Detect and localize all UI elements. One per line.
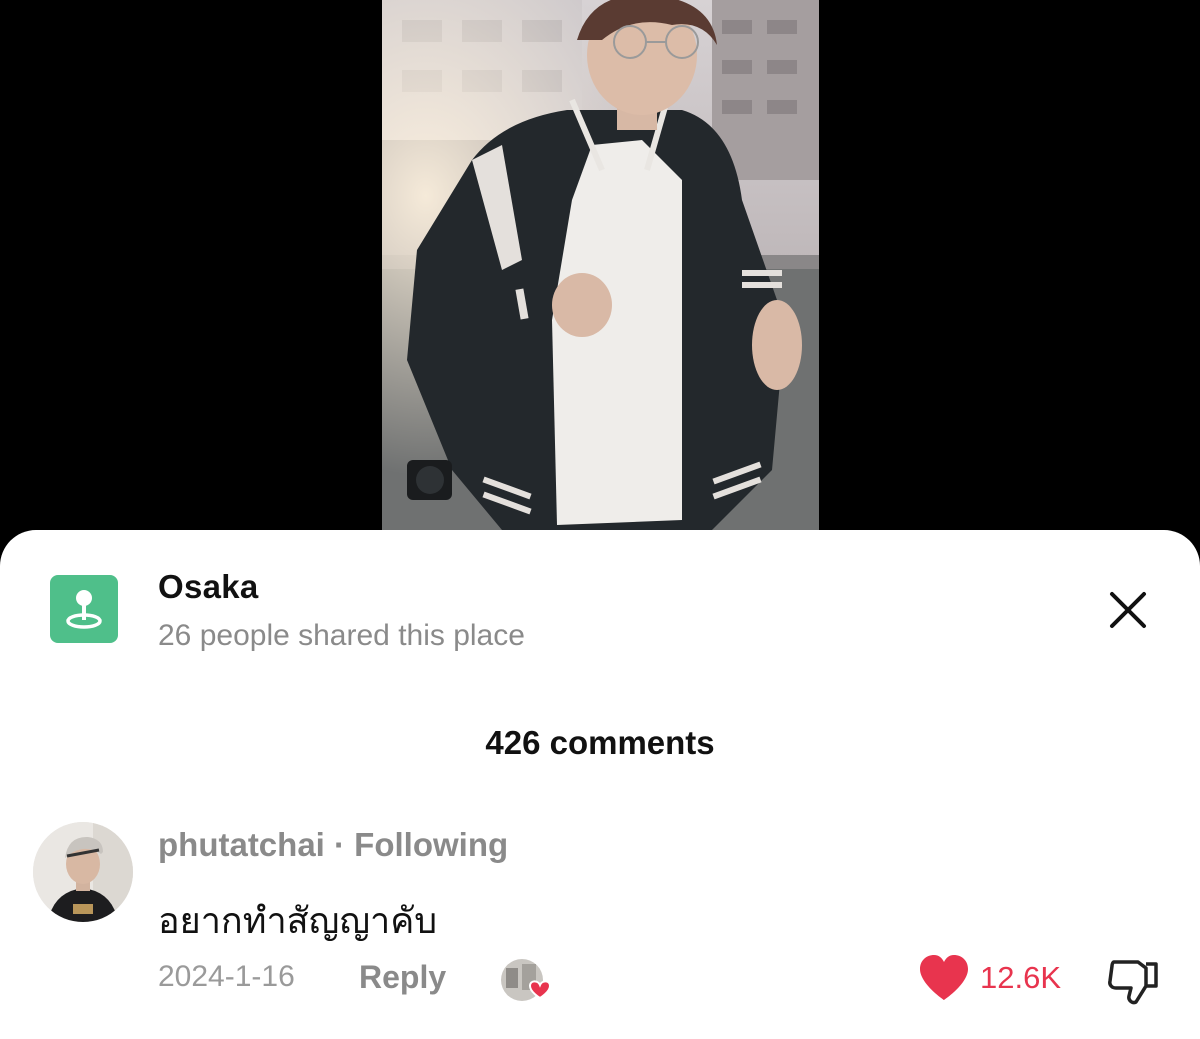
comment-author[interactable]: phutatchai · Following xyxy=(158,826,508,864)
screen: Osaka 26 people shared this place 426 co… xyxy=(0,0,1200,1039)
comments-sheet: Osaka 26 people shared this place 426 co… xyxy=(0,530,1200,1039)
thumbs-down-icon[interactable] xyxy=(1106,956,1160,1006)
following-label: · Following xyxy=(334,826,509,863)
heart-icon[interactable] xyxy=(918,954,970,1002)
location-pin-icon[interactable] xyxy=(50,575,118,643)
avatar[interactable] xyxy=(33,822,133,922)
comment-date: 2024-1-16 xyxy=(158,960,295,993)
creator-liked-icon xyxy=(500,958,554,1004)
close-icon[interactable] xyxy=(1104,586,1152,634)
video-frame[interactable] xyxy=(382,0,819,560)
location-name[interactable]: Osaka xyxy=(158,568,259,606)
video-still xyxy=(382,0,819,560)
comment-username[interactable]: phutatchai xyxy=(158,826,325,863)
reply-button[interactable]: Reply xyxy=(359,959,446,996)
like-count: 12.6K xyxy=(980,960,1062,995)
location-subtitle: 26 people shared this place xyxy=(158,619,525,652)
comments-count-header: 426 comments xyxy=(485,724,715,761)
comment-text: อยากทำสัญญาคับ xyxy=(158,900,438,941)
